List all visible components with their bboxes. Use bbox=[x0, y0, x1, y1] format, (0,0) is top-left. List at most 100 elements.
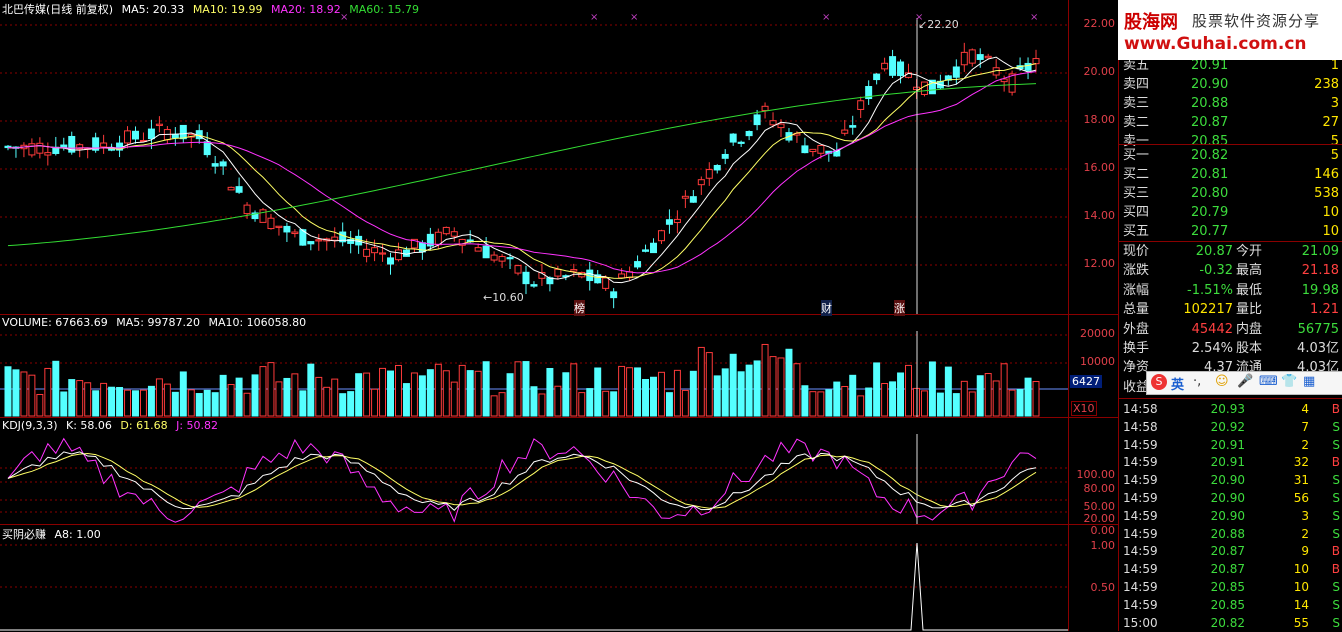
candle-body bbox=[657, 230, 665, 242]
bid-row[interactable]: 买三 20.80 538 bbox=[1119, 184, 1342, 203]
volume-bar bbox=[570, 363, 578, 417]
bid-label: 买四 bbox=[1123, 205, 1150, 220]
volume-bar bbox=[139, 389, 147, 417]
tick-row[interactable]: 14:59 20.88 2 S bbox=[1119, 525, 1342, 543]
price-panel[interactable]: 北巴传媒(日线 前复权) MA5: 20.33 MA10: 19.99 MA20… bbox=[0, 0, 1068, 316]
candle-body bbox=[610, 291, 618, 299]
bid-row[interactable]: 买四 20.79 10 bbox=[1119, 203, 1342, 222]
candle-body bbox=[642, 249, 650, 252]
volume-bar bbox=[387, 370, 394, 417]
volume-bar bbox=[1024, 377, 1032, 417]
signal-panel[interactable]: 买阴必赚 A8: 1.00 bbox=[0, 525, 1068, 631]
price-tick: 18.00 bbox=[1083, 113, 1116, 126]
ime-punct-icon[interactable]: ·, bbox=[1193, 374, 1201, 389]
bid-row[interactable]: 买五 20.77 10 bbox=[1119, 222, 1342, 241]
volume-bar bbox=[833, 381, 841, 417]
volume-bar bbox=[753, 360, 761, 417]
ime-voice-icon[interactable]: 🎤 bbox=[1237, 374, 1253, 389]
ask-row[interactable]: 卖二 20.87 27 bbox=[1119, 113, 1342, 132]
ask-row[interactable]: 卖三 20.88 3 bbox=[1119, 94, 1342, 113]
tick-time: 14:59 bbox=[1123, 597, 1158, 612]
bid-row[interactable]: 买一 20.82 5 bbox=[1119, 146, 1342, 165]
tick-row[interactable]: 14:58 20.93 4 B bbox=[1119, 400, 1342, 418]
tick-row[interactable]: 14:59 20.90 3 S bbox=[1119, 507, 1342, 525]
quote-value: -0.32 bbox=[1199, 263, 1233, 279]
candle-body bbox=[522, 271, 530, 285]
ime-emoji-icon[interactable]: ☺ bbox=[1215, 374, 1229, 389]
marker-bang[interactable]: 榜 bbox=[574, 300, 585, 316]
price-tick: 12.00 bbox=[1083, 257, 1116, 270]
bid-price: 20.82 bbox=[1191, 148, 1229, 163]
volume-bar bbox=[992, 380, 1000, 417]
volume-bar bbox=[28, 374, 36, 417]
signal-panel-title: 买阴必赚 A8: 1.00 bbox=[2, 526, 106, 542]
volume-bar bbox=[450, 381, 458, 417]
volume-bar bbox=[363, 372, 371, 417]
volume-bar bbox=[873, 362, 881, 417]
volume-bar bbox=[936, 392, 944, 417]
tick-price: 20.91 bbox=[1210, 455, 1245, 470]
tick-row[interactable]: 14:59 20.85 14 S bbox=[1119, 596, 1342, 614]
volume-bar bbox=[1016, 388, 1024, 417]
tick-volume: 9 bbox=[1301, 544, 1309, 559]
ime-skin-icon[interactable]: 👕 bbox=[1281, 374, 1297, 389]
tick-row[interactable]: 14:59 20.85 10 S bbox=[1119, 578, 1342, 596]
kdj-panel[interactable]: KDJ(9,3,3) K: 58.06 D: 61.68 J: 50.82 bbox=[0, 418, 1068, 525]
kdj-chart[interactable] bbox=[0, 418, 1068, 524]
tick-price: 20.93 bbox=[1210, 402, 1245, 416]
tick-price: 20.90 bbox=[1210, 473, 1245, 488]
tick-row[interactable]: 14:59 20.90 31 S bbox=[1119, 471, 1342, 489]
tick-row[interactable]: 14:59 20.90 56 S bbox=[1119, 489, 1342, 507]
kdj-name: KDJ(9,3,3) bbox=[2, 419, 58, 432]
tick-row[interactable]: 14:59 20.87 9 B bbox=[1119, 542, 1342, 560]
tick-row[interactable]: 14:59 20.91 2 S bbox=[1119, 436, 1342, 454]
tick-row[interactable]: 14:59 20.87 10 B bbox=[1119, 560, 1342, 578]
ime-logo-icon[interactable]: S bbox=[1151, 374, 1167, 390]
volume-panel[interactable]: VOLUME: 67663.69 MA5: 99787.20 MA10: 106… bbox=[0, 315, 1068, 418]
price-tick: 22.00 bbox=[1083, 17, 1116, 30]
ask-label: 卖二 bbox=[1123, 115, 1150, 130]
signal-chart[interactable] bbox=[0, 525, 1068, 631]
candle-body bbox=[873, 73, 881, 81]
tick-price: 20.90 bbox=[1210, 508, 1245, 523]
ime-keyboard-icon[interactable]: ⌨ bbox=[1259, 374, 1278, 389]
tick-side: B bbox=[1331, 402, 1340, 416]
volume-bar bbox=[195, 393, 203, 417]
marker-zhang[interactable]: 涨 bbox=[894, 300, 905, 316]
volume-bar bbox=[681, 389, 689, 417]
tick-row[interactable]: 15:00 20.82 55 S bbox=[1119, 614, 1342, 632]
quote-row: 总量 102217 量比 1.21 bbox=[1119, 300, 1342, 319]
tick-price: 20.87 bbox=[1210, 544, 1245, 559]
volume-unit[interactable]: X10 bbox=[1071, 401, 1097, 416]
ask-row[interactable]: 卖四 20.90 238 bbox=[1119, 75, 1342, 94]
volume-bar bbox=[673, 369, 681, 417]
kdj-axis: 100.00 80.00 50.00 20.00 0.00 bbox=[1068, 418, 1119, 537]
volume-bar bbox=[881, 383, 889, 417]
volume-bar bbox=[610, 391, 618, 417]
ask-label: 卖三 bbox=[1123, 96, 1150, 111]
marker-cai[interactable]: 财 bbox=[821, 300, 832, 316]
candlestick-chart[interactable]: × × × × × × bbox=[0, 0, 1068, 314]
volume-bar bbox=[100, 382, 108, 417]
bid-row[interactable]: 买二 20.81 146 bbox=[1119, 165, 1342, 184]
volume-bar bbox=[1008, 389, 1016, 417]
candle-body bbox=[649, 242, 657, 254]
volume-bar bbox=[801, 385, 809, 417]
tick-row[interactable]: 14:58 20.92 7 S bbox=[1119, 418, 1342, 436]
candle-body bbox=[952, 66, 960, 78]
candle-body bbox=[697, 179, 705, 186]
bid-price: 20.79 bbox=[1191, 205, 1229, 220]
guhai-banner[interactable]: 股海网 股票软件资源分享 www.Guhai.com.cn bbox=[1118, 0, 1342, 60]
candle-body bbox=[729, 133, 737, 143]
ime-toolbar[interactable]: S 英 ·, ☺ 🎤 ⌨ 👕 ▦ bbox=[1146, 371, 1342, 395]
quote-value: 4.03亿 bbox=[1297, 341, 1339, 356]
tick-volume: 7 bbox=[1301, 419, 1309, 434]
ime-tools-icon[interactable]: ▦ bbox=[1303, 374, 1315, 389]
candle-body bbox=[1024, 62, 1032, 71]
volume-chart[interactable] bbox=[0, 315, 1068, 417]
volume-bar bbox=[793, 363, 801, 417]
tick-volume: 4 bbox=[1301, 402, 1309, 416]
volume-bar bbox=[251, 374, 259, 417]
ime-mode-label[interactable]: 英 bbox=[1171, 374, 1184, 393]
tick-row[interactable]: 14:59 20.91 32 B bbox=[1119, 453, 1342, 471]
